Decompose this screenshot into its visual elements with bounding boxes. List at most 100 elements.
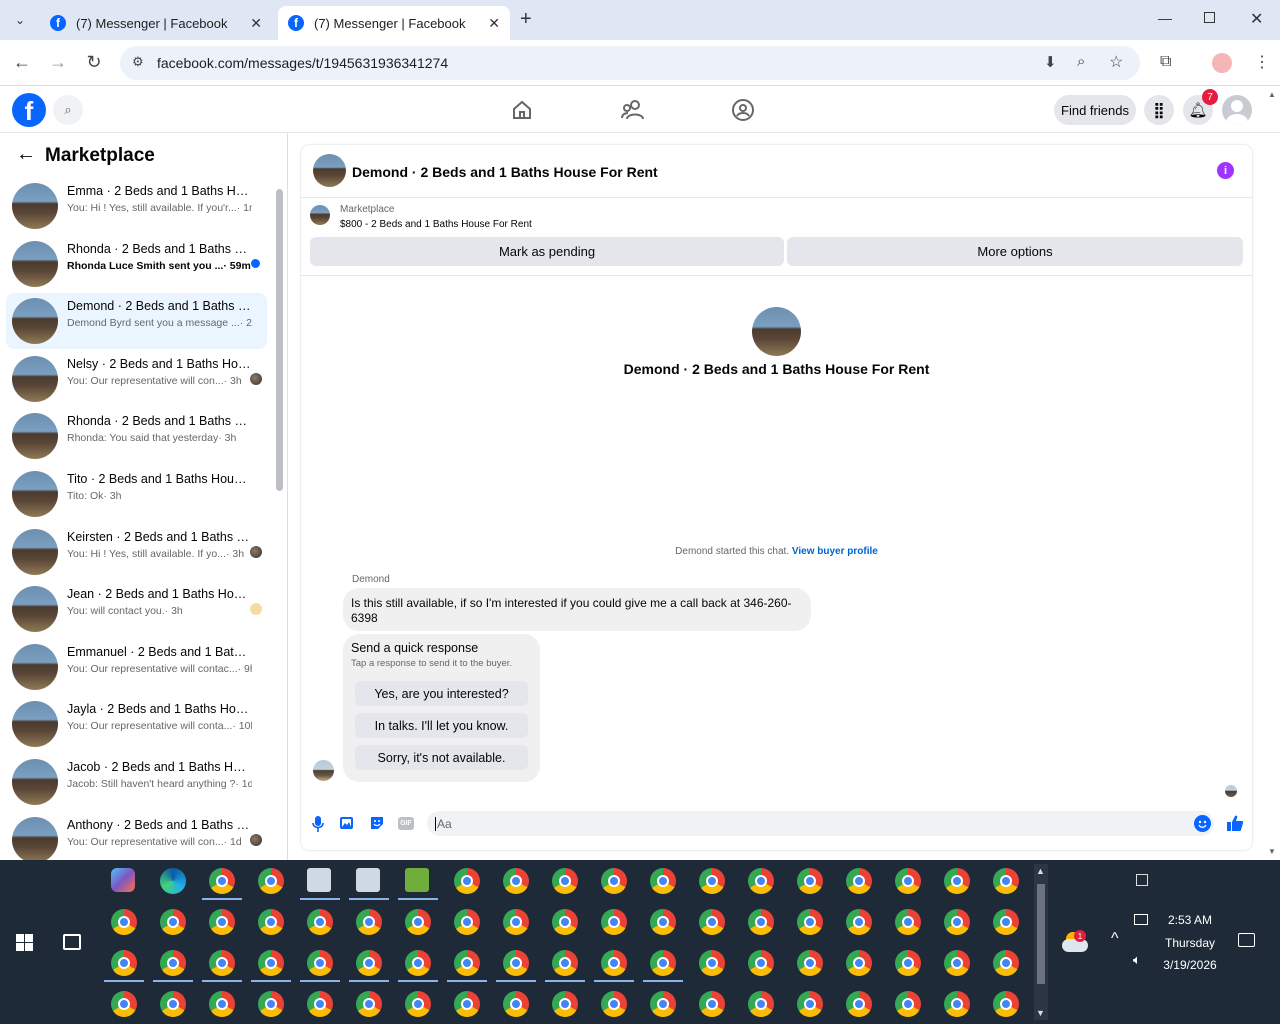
chrome-profile-icon[interactable] — [699, 991, 725, 1017]
close-tab-icon[interactable]: ✕ — [488, 15, 500, 32]
site-info-icon[interactable]: ⚙ — [132, 54, 144, 70]
chrome-profile-icon[interactable] — [846, 950, 872, 976]
chrome-profile-icon[interactable] — [405, 991, 431, 1017]
conversation-item[interactable]: Rhonda · 2 Beds and 1 Baths House For Re… — [6, 236, 267, 292]
info-icon[interactable]: i — [1217, 162, 1234, 179]
chrome-profile-icon[interactable] — [503, 991, 529, 1017]
desktop-square-icon[interactable] — [1136, 874, 1148, 886]
chrome-profile-icon[interactable] — [699, 950, 725, 976]
chrome-profile-icon[interactable] — [797, 909, 823, 935]
chrome-profile-icon[interactable] — [993, 909, 1019, 935]
chrome-profile-icon[interactable] — [650, 950, 676, 976]
chrome-profile-icon[interactable] — [993, 950, 1019, 976]
zoom-icon[interactable]: ⌕ — [1077, 53, 1085, 70]
restore-icon[interactable] — [1204, 12, 1215, 23]
forward-icon[interactable]: → — [47, 52, 69, 73]
chrome-profile-icon[interactable] — [307, 909, 333, 935]
view-buyer-profile-link[interactable]: View buyer profile — [792, 546, 878, 557]
sticker-icon[interactable] — [369, 815, 385, 831]
microphone-icon[interactable] — [311, 815, 325, 833]
mark-as-pending-button[interactable]: Mark as pending — [310, 237, 784, 266]
chrome-profile-icon[interactable] — [650, 991, 676, 1017]
extensions-icon[interactable]: ⧉ — [1160, 53, 1171, 71]
emoji-icon[interactable] — [1194, 815, 1211, 832]
browser-tab-2[interactable]: f (7) Messenger | Facebook ✕ — [278, 6, 510, 40]
chrome-profile-icon[interactable] — [454, 868, 480, 894]
chrome-profile-icon[interactable] — [307, 950, 333, 976]
chrome-profile-icon[interactable] — [258, 950, 284, 976]
volume-icon[interactable]: 🔈︎ — [1133, 952, 1141, 968]
chrome-profile-icon[interactable] — [748, 991, 774, 1017]
back-icon[interactable]: ← — [11, 52, 33, 73]
chrome-profile-icon[interactable] — [258, 909, 284, 935]
chrome-profile-icon[interactable] — [895, 909, 921, 935]
chrome-profile-icon[interactable] — [797, 991, 823, 1017]
clock-date[interactable]: 3/19/2026 — [1155, 958, 1225, 972]
desktop-app-icon[interactable] — [307, 868, 331, 892]
chrome-profile-icon[interactable] — [209, 868, 235, 894]
chrome-profile-icon[interactable] — [356, 909, 382, 935]
chrome-profile-icon[interactable] — [454, 950, 480, 976]
chrome-profile-icon[interactable] — [356, 950, 382, 976]
chrome-profile-icon[interactable] — [454, 909, 480, 935]
desktop-app-icon[interactable] — [405, 868, 429, 892]
conversation-item[interactable]: Emma · 2 Beds and 1 Baths House For Rent… — [6, 178, 267, 234]
chrome-profile-icon[interactable] — [552, 991, 578, 1017]
chat-title[interactable]: Demond · 2 Beds and 1 Baths House For Re… — [352, 164, 658, 180]
chrome-profile-icon[interactable] — [160, 991, 186, 1017]
browser-menu-icon[interactable]: ⋮ — [1254, 52, 1270, 72]
chrome-profile-icon[interactable] — [944, 950, 970, 976]
chrome-profile-icon[interactable] — [846, 909, 872, 935]
chrome-profile-icon[interactable] — [503, 950, 529, 976]
minimize-icon[interactable]: — — [1158, 10, 1172, 26]
conversation-item[interactable]: Emmanuel · 2 Beds and 1 Baths House For … — [6, 639, 267, 695]
chrome-profile-icon[interactable] — [160, 950, 186, 976]
message-input[interactable]: Aa — [427, 811, 1214, 836]
like-thumb-icon[interactable] — [1226, 814, 1244, 832]
chrome-profile-icon[interactable] — [601, 868, 627, 894]
chrome-profile-icon[interactable] — [699, 868, 725, 894]
chrome-profile-icon[interactable] — [601, 909, 627, 935]
task-view-icon[interactable] — [63, 934, 81, 950]
groups-icon[interactable] — [731, 98, 755, 122]
conversation-item[interactable]: Rhonda · 2 Beds and 1 Baths House For Re… — [6, 408, 267, 464]
copilot-icon[interactable] — [111, 868, 135, 892]
gif-icon[interactable]: GIF — [398, 817, 414, 830]
reload-icon[interactable]: ↻ — [83, 52, 105, 73]
chrome-profile-icon[interactable] — [944, 909, 970, 935]
chrome-profile-icon[interactable] — [503, 868, 529, 894]
photo-icon[interactable] — [339, 815, 355, 831]
chrome-profile-icon[interactable] — [111, 950, 137, 976]
friends-icon[interactable] — [620, 98, 646, 122]
chrome-profile-icon[interactable] — [650, 909, 676, 935]
browser-tab-1[interactable]: f (7) Messenger | Facebook ✕ — [40, 6, 272, 40]
listing-thumbnail[interactable] — [310, 205, 330, 225]
chrome-profile-icon[interactable] — [797, 868, 823, 894]
chrome-profile-icon[interactable] — [601, 950, 627, 976]
conversation-item[interactable]: Jean · 2 Beds and 1 Baths House For Rent… — [6, 581, 267, 637]
quick-response-not-available[interactable]: Sorry, it's not available. — [355, 745, 528, 770]
chrome-profile-icon[interactable] — [601, 991, 627, 1017]
chat-header-avatar[interactable] — [313, 154, 346, 187]
search-button[interactable]: ⌕ — [53, 95, 83, 125]
conversation-item[interactable]: Nelsy · 2 Beds and 1 Baths House For Ren… — [6, 351, 267, 407]
chrome-profile-icon[interactable] — [895, 950, 921, 976]
chrome-profile-icon[interactable] — [356, 991, 382, 1017]
chrome-profile-icon[interactable] — [944, 868, 970, 894]
quick-response-in-talks[interactable]: In talks. I'll let you know. — [355, 713, 528, 738]
clock-time[interactable]: 2:53 AM — [1160, 913, 1220, 927]
clock-day[interactable]: Thursday — [1160, 936, 1220, 950]
chrome-profile-icon[interactable] — [797, 950, 823, 976]
edge-icon[interactable] — [160, 868, 186, 894]
profile-avatar[interactable] — [1212, 53, 1232, 73]
chrome-profile-icon[interactable] — [748, 950, 774, 976]
chrome-profile-icon[interactable] — [111, 909, 137, 935]
home-icon[interactable] — [510, 98, 534, 122]
install-app-icon[interactable]: ⬇ — [1044, 53, 1057, 71]
bookmark-star-icon[interactable]: ☆ — [1109, 52, 1123, 72]
conversation-item[interactable]: Jacob · 2 Beds and 1 Baths House For Ren… — [6, 754, 267, 810]
back-arrow-icon[interactable]: ← — [16, 143, 36, 166]
chrome-profile-icon[interactable] — [846, 868, 872, 894]
address-bar[interactable]: ⚙ facebook.com/messages/t/19456319363412… — [120, 46, 1140, 80]
chrome-profile-icon[interactable] — [993, 868, 1019, 894]
